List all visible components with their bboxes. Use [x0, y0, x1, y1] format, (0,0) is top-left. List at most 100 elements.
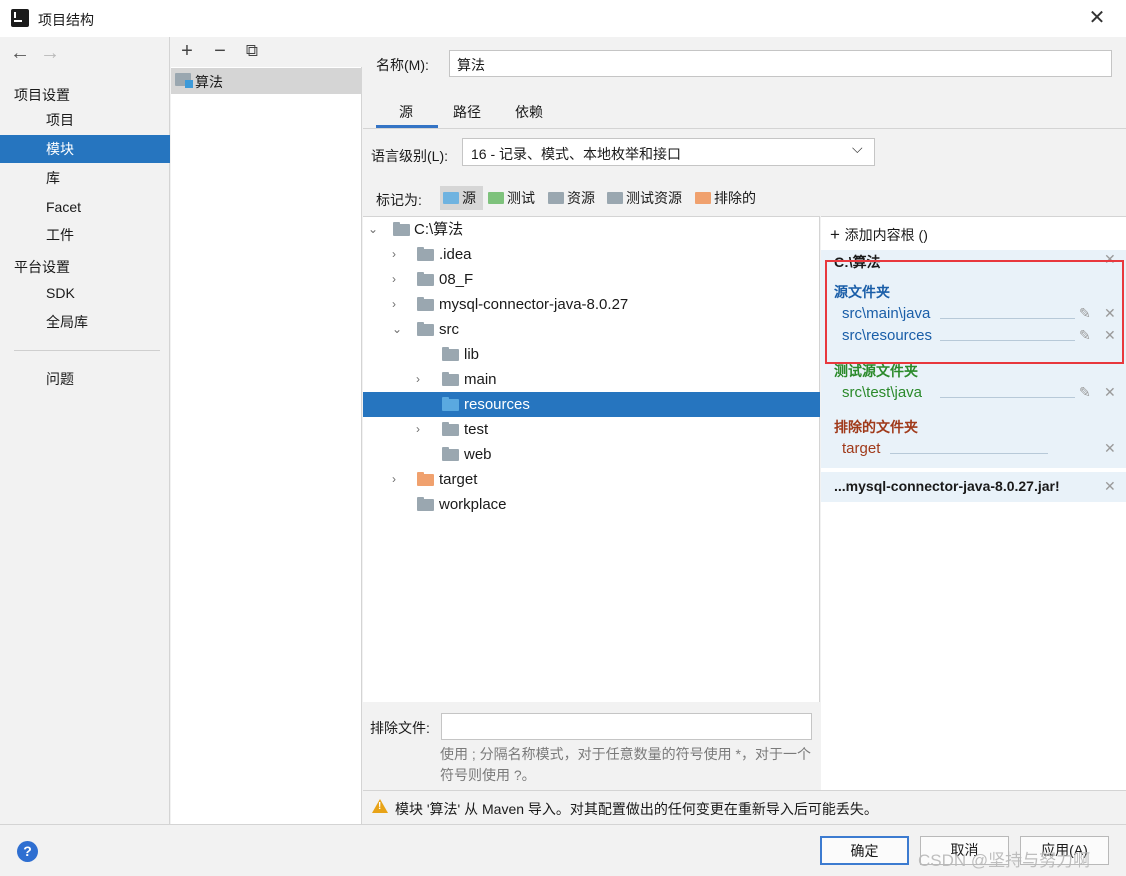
mark-as-label: 标记为: [376, 192, 422, 208]
chevron-down-icon[interactable]: ⌵ [852, 140, 863, 157]
csdn-watermark: CSDN @坚持与努力啊 [918, 851, 1091, 870]
nav-item-problems[interactable]: 问题 [0, 365, 170, 393]
title-bar [0, 0, 1126, 37]
tree-row[interactable]: workplace [363, 492, 820, 517]
plus-icon: + [830, 225, 845, 244]
tree-label: target [439, 471, 478, 488]
folder-icon [417, 322, 434, 336]
excluded-folder-icon [417, 472, 434, 486]
nav-item-project[interactable]: 项目 [0, 106, 170, 134]
tree-row[interactable]: › 08_F [363, 267, 820, 292]
folder-icon [442, 397, 459, 411]
help-icon[interactable]: ? [17, 841, 38, 862]
language-level-label: 语言级别(L): [371, 148, 448, 164]
nav-item-modules[interactable]: 模块 [0, 135, 170, 163]
tab-dependencies[interactable]: 依赖 [515, 102, 543, 122]
tree-row[interactable]: › test [363, 417, 820, 442]
tab-sources[interactable]: 源 [399, 102, 413, 122]
tree-row[interactable]: › mysql-connector-java-8.0.27 [363, 292, 820, 317]
tree-label: src [439, 321, 459, 338]
tree-label: .idea [439, 246, 472, 263]
nav-divider [14, 350, 160, 351]
back-icon[interactable]: ← [10, 42, 40, 65]
tree-label: web [464, 446, 492, 463]
module-list-panel [171, 37, 362, 824]
mark-as-test-resources[interactable]: 测试资源 [604, 186, 682, 210]
chevron-down-icon[interactable]: ⌄ [392, 317, 404, 342]
exclude-files-input[interactable] [441, 713, 812, 740]
tree-row[interactable]: ⌄ C:\算法 [363, 217, 820, 242]
folder-icon [442, 372, 459, 386]
folder-icon [417, 272, 434, 286]
tab-paths[interactable]: 路径 [453, 102, 481, 122]
copy-icon[interactable]: ⧉ [240, 40, 264, 62]
chevron-right-icon[interactable]: › [416, 367, 428, 392]
chevron-right-icon[interactable]: › [416, 417, 428, 442]
tree-row[interactable]: ⌄ src [363, 317, 820, 342]
remove-icon[interactable]: ✕ [1104, 384, 1116, 401]
mark-as-sources[interactable]: 源 [440, 186, 483, 210]
path-underline [890, 453, 1048, 454]
test-folders-title: 测试源文件夹 [834, 363, 918, 379]
name-field[interactable]: 算法 [449, 50, 1112, 77]
module-label[interactable]: 算法 [195, 72, 223, 92]
close-icon[interactable]: ✕ [1086, 6, 1108, 30]
forward-icon[interactable]: → [40, 42, 70, 65]
tree-label: 08_F [439, 271, 474, 288]
nav-item-global-libraries[interactable]: 全局库 [0, 308, 170, 336]
warning-divider [363, 790, 1126, 791]
mark-as-resources[interactable]: 资源 [545, 186, 595, 210]
folder-icon [607, 192, 623, 204]
nav-item-artifacts[interactable]: 工件 [0, 221, 170, 249]
tree-label: C:\算法 [414, 221, 464, 238]
edit-icon[interactable]: ✎ [1079, 384, 1091, 401]
nav-item-libraries[interactable]: 库 [0, 164, 170, 192]
mark-as-label-text: 测试资源 [626, 190, 682, 206]
chevron-right-icon[interactable]: › [392, 242, 404, 267]
tree-row[interactable]: › main [363, 367, 820, 392]
folder-icon [442, 347, 459, 361]
folder-icon [548, 192, 564, 204]
tree-label: mysql-connector-java-8.0.27 [439, 296, 629, 313]
module-icon [175, 73, 193, 88]
folder-icon [417, 497, 434, 511]
remove-icon[interactable]: − [208, 40, 232, 62]
test-path: src\test\java [842, 384, 923, 401]
chevron-right-icon[interactable]: › [392, 267, 404, 292]
maven-warning: 模块 '算法' 从 Maven 导入。对其配置做出的任何变更在重新导入后可能丢失… [395, 801, 878, 817]
mark-as-label-text: 测试 [507, 190, 535, 206]
tree-label: main [464, 371, 497, 388]
chevron-right-icon[interactable]: › [392, 292, 404, 317]
excluded-path: target [842, 440, 881, 457]
tree-row[interactable]: web [363, 442, 820, 467]
module-toolbar [171, 37, 362, 67]
folder-icon [393, 222, 410, 236]
remove-root-icon[interactable]: ✕ [1104, 478, 1116, 495]
folder-icon [695, 192, 711, 204]
add-icon[interactable]: + [175, 40, 199, 62]
chevron-right-icon[interactable]: › [392, 467, 404, 492]
tabs-divider [363, 128, 1126, 129]
folder-icon [442, 422, 459, 436]
ok-button[interactable]: 确定 [820, 836, 909, 865]
tree-row[interactable]: › target [363, 467, 820, 492]
nav-history: ← → [10, 42, 70, 65]
add-content-root-button[interactable]: + 添加内容根 () [830, 225, 928, 245]
tree-row-selected[interactable]: resources [363, 392, 820, 417]
mark-as-label-text: 资源 [567, 190, 595, 206]
tree-row[interactable]: lib [363, 342, 820, 367]
language-level-select[interactable]: 16 - 记录、模式、本地枚举和接口 [462, 138, 875, 166]
tree-label: resources [464, 396, 530, 413]
nav-item-sdk[interactable]: SDK [0, 279, 170, 307]
exclude-files-hint: 使用 ; 分隔名称模式，对于任意数量的符号使用 *，对于一个符号则使用 ?。 [440, 746, 812, 783]
tree-row[interactable]: › .idea [363, 242, 820, 267]
folder-icon [488, 192, 504, 204]
remove-icon[interactable]: ✕ [1104, 440, 1116, 457]
folder-icon [442, 447, 459, 461]
content-root-name: ...mysql-connector-java-8.0.27.jar! [834, 478, 1060, 494]
nav-item-facets[interactable]: Facet [0, 193, 170, 221]
mark-as-excluded[interactable]: 排除的 [692, 186, 756, 210]
folder-icon [417, 297, 434, 311]
chevron-down-icon[interactable]: ⌄ [368, 217, 380, 242]
mark-as-tests[interactable]: 测试 [485, 186, 535, 210]
